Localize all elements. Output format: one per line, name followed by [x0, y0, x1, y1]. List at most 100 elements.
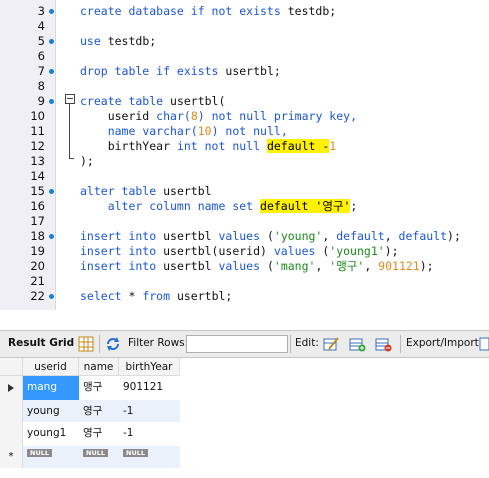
toolbar-separator — [99, 335, 100, 353]
code-token: ) not null, — [211, 124, 288, 138]
column-header-name[interactable]: name — [79, 358, 119, 376]
code-token: 1 — [329, 139, 337, 153]
table-cell[interactable]: 영구 — [79, 400, 119, 422]
row-header[interactable] — [0, 400, 23, 422]
code-token: use — [80, 34, 108, 48]
code-line[interactable]: 16 alter column name set default '영구'; — [0, 199, 489, 214]
delete-row-icon[interactable] — [374, 335, 392, 353]
code-token: ( — [190, 124, 198, 138]
code-line[interactable]: 22 select * from usertbl; — [0, 289, 489, 304]
fold-line — [69, 104, 70, 158]
line-number: 15 — [30, 184, 45, 198]
code-token: '맹구' — [329, 259, 365, 273]
code-token: 'young1' — [329, 244, 385, 258]
result-toolbar: Result Grid Filter Rows: Edit: Export/Im… — [0, 330, 489, 358]
code-token: * — [128, 289, 143, 303]
code-token: userid — [80, 109, 157, 123]
code-token: birthYear — [80, 139, 177, 153]
filter-rows-input[interactable] — [186, 335, 288, 353]
row-header[interactable] — [0, 376, 23, 400]
result-grid[interactable]: userid name birthYear mang 맹구 901121 you… — [0, 358, 180, 470]
line-number: 19 — [30, 244, 45, 258]
code-token: ( — [183, 109, 191, 123]
code-line[interactable]: 13); — [0, 154, 489, 169]
code-line[interactable]: 5 use testdb; — [0, 34, 489, 49]
statement-marker-icon — [49, 69, 54, 74]
insert-row-icon[interactable] — [348, 335, 366, 353]
code-token: create table — [80, 94, 171, 108]
code-line[interactable]: 8 — [0, 79, 489, 94]
row-header[interactable] — [0, 422, 23, 446]
column-header-userid[interactable]: userid — [23, 358, 79, 376]
line-number: 8 — [37, 79, 45, 93]
code-line[interactable]: 20 insert into usertbl values ('mang', '맹… — [0, 259, 489, 274]
code-token: ); — [447, 229, 461, 243]
code-token: , — [315, 259, 330, 273]
code-token: alter table — [80, 184, 164, 198]
table-cell[interactable]: NULL — [23, 446, 79, 468]
table-cell[interactable]: 영구 — [79, 422, 119, 446]
line-number: 12 — [30, 139, 45, 153]
line-number: 16 — [30, 199, 45, 213]
code-token: default '영구' — [260, 199, 351, 213]
code-token: ) not null primary key, — [197, 109, 357, 123]
table-cell[interactable]: young1 — [23, 422, 79, 446]
code-token: values — [273, 244, 323, 258]
current-row-arrow-icon — [8, 384, 14, 392]
code-token: usertbl(userid) — [163, 244, 274, 258]
code-token: name — [80, 124, 143, 138]
line-number: 18 — [30, 229, 45, 243]
code-line[interactable]: 12 birthYear int not null default -1 — [0, 139, 489, 154]
code-token: insert into — [80, 229, 164, 243]
statement-marker-icon — [49, 9, 54, 14]
table-cell[interactable]: 맹구 — [79, 376, 119, 400]
code-text: alter column name set default '영구'; — [80, 199, 357, 214]
code-text: name varchar(10) not null, — [80, 124, 288, 139]
code-text: insert into usertbl(userid) values ('you… — [80, 244, 399, 259]
code-line[interactable]: 7 drop table if exists usertbl; — [0, 64, 489, 79]
code-token: usertbl( — [170, 94, 226, 108]
code-token: , — [322, 229, 337, 243]
code-line[interactable]: 17 — [0, 214, 489, 229]
code-line[interactable]: 18 insert into usertbl values ('young', d… — [0, 229, 489, 244]
code-token: insert into — [80, 244, 164, 258]
code-line[interactable]: 11 name varchar(10) not null, — [0, 124, 489, 139]
code-token: 'young' — [273, 229, 323, 243]
code-token: alter column name set — [80, 199, 261, 213]
code-line[interactable]: 15 alter table usertbl — [0, 184, 489, 199]
export-icon[interactable] — [479, 335, 489, 353]
table-cell[interactable]: young — [23, 400, 79, 422]
code-token: default — [398, 229, 448, 243]
code-line[interactable]: 10 userid char(8) not null primary key, — [0, 109, 489, 124]
table-cell[interactable]: -1 — [119, 400, 180, 422]
edit-label: Edit: — [295, 337, 319, 349]
result-grid-tab[interactable]: Result Grid — [8, 337, 74, 349]
code-text: userid char(8) not null primary key, — [80, 109, 357, 124]
table-cell[interactable]: -1 — [119, 422, 180, 446]
line-number: 21 — [30, 274, 45, 288]
edit-row-icon[interactable] — [322, 335, 340, 353]
statement-marker-icon — [49, 294, 54, 299]
column-header-birthyear[interactable]: birthYear — [119, 358, 180, 376]
code-line[interactable]: 3 create database if not exists testdb; — [0, 4, 489, 19]
table-cell[interactable]: mang — [23, 376, 79, 400]
code-line[interactable]: 21 — [0, 274, 489, 289]
line-number: 10 — [30, 109, 45, 123]
table-cell[interactable]: NULL — [79, 446, 119, 468]
grid-corner — [0, 358, 23, 376]
line-number: 13 — [30, 154, 45, 168]
fold-collapse-icon[interactable] — [65, 94, 75, 104]
code-line[interactable]: 14 — [0, 169, 489, 184]
grid-layout-icon[interactable] — [77, 335, 95, 353]
code-token: values — [218, 229, 267, 243]
refresh-icon[interactable] — [104, 335, 122, 353]
code-line[interactable]: 19 insert into usertbl(userid) values ('y… — [0, 244, 489, 259]
code-line[interactable]: 6 — [0, 49, 489, 64]
code-line[interactable]: 4 — [0, 19, 489, 34]
code-token: insert into — [80, 259, 164, 273]
new-row-marker[interactable]: * — [0, 446, 23, 468]
table-cell[interactable]: NULL — [119, 446, 180, 468]
table-cell[interactable]: 901121 — [119, 376, 180, 400]
sql-editor[interactable]: 3 create database if not exists testdb; 4 5… — [0, 0, 489, 310]
code-text: insert into usertbl values ('young', def… — [80, 229, 461, 244]
